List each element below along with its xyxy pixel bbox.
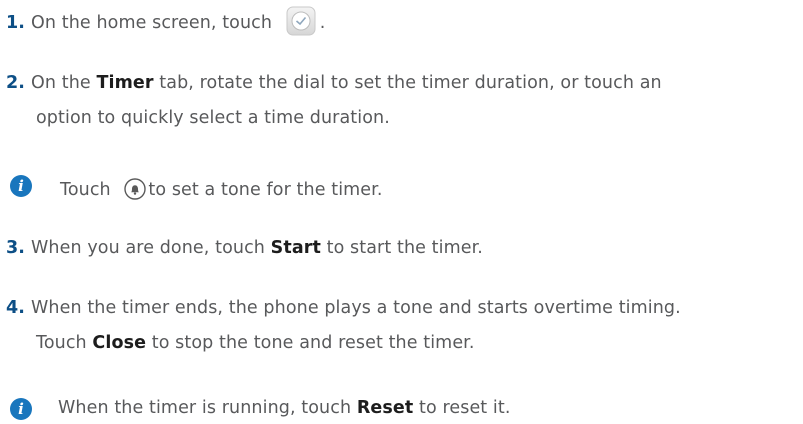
step-text: to stop the tone and reset the timer.	[151, 333, 475, 353]
step-2-line-2: option to quickly select a time duration…	[36, 108, 390, 128]
keyword-close: Close	[92, 333, 147, 353]
step-2: 2. On the Timer tab, rotate the dial to s…	[6, 71, 662, 95]
note-2: When the timer is running, touch Reset t…	[58, 396, 511, 420]
bell-icon	[124, 177, 147, 200]
step-text: When the timer ends, the phone plays a t…	[31, 298, 681, 318]
keyword-reset: Reset	[356, 398, 414, 418]
step-text: to start the timer.	[326, 238, 483, 258]
step-number: 2.	[6, 73, 26, 93]
step-text: On the	[31, 73, 91, 93]
info-icon: i	[10, 175, 32, 197]
step-1: 1. On the home screen, touch .	[6, 6, 326, 36]
step-number: 1.	[6, 13, 26, 33]
step-number: 3.	[6, 238, 26, 258]
step-text: Touch	[36, 333, 87, 353]
step-text: tab, rotate the dial to set the timer du…	[159, 73, 662, 93]
clock-app-icon	[286, 6, 316, 36]
note-1: Touch to set a tone for the timer.	[60, 177, 383, 202]
step-3: 3. When you are done, touch Start to star…	[6, 236, 483, 260]
step-number: 4.	[6, 298, 26, 318]
note-text: When the timer is running, touch	[58, 398, 352, 418]
step-4-line-2: Touch Close to stop the tone and reset t…	[36, 331, 475, 355]
note-text: Touch	[60, 180, 111, 200]
step-punct: .	[319, 13, 326, 33]
keyword-timer: Timer	[96, 73, 154, 93]
info-icon: i	[10, 398, 32, 420]
step-text: When you are done, touch	[31, 238, 265, 258]
step-4: 4. When the timer ends, the phone plays a…	[6, 296, 681, 320]
note-text: to set a tone for the timer.	[148, 180, 383, 200]
step-text: On the home screen, touch	[31, 13, 273, 33]
note-text: to reset it.	[419, 398, 511, 418]
keyword-start: Start	[270, 238, 321, 258]
